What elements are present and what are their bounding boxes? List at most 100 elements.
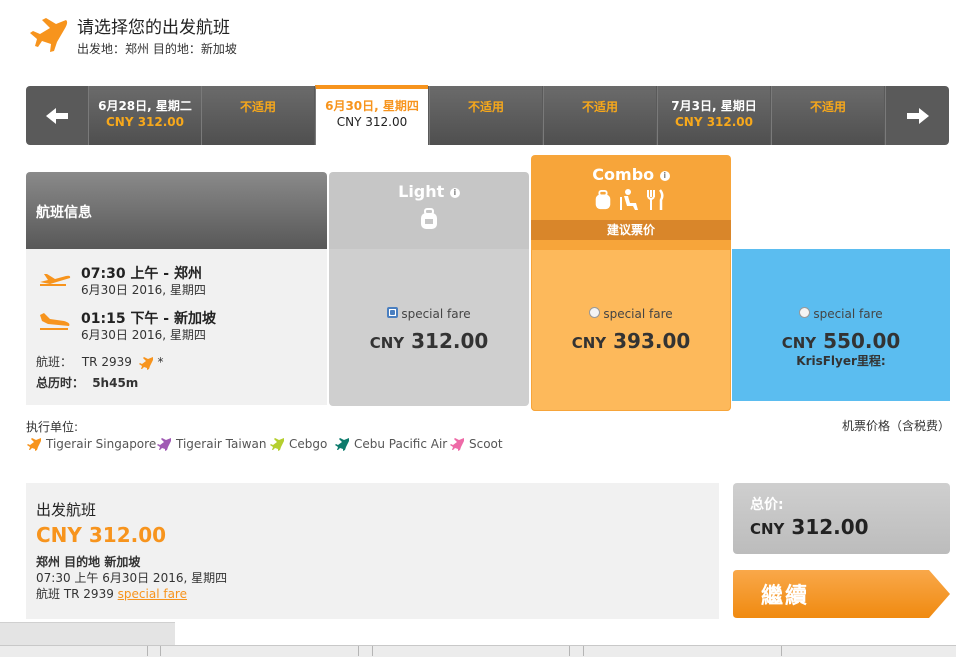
strip-divider <box>160 646 161 656</box>
combo-price: CNY 393.00 <box>571 329 691 353</box>
strip-divider <box>569 646 570 656</box>
date-cell-0704: 不适用 <box>771 86 884 145</box>
status-strip <box>0 645 956 657</box>
backpack-icon <box>421 208 437 229</box>
arrow-left-icon <box>46 107 68 124</box>
landing-icon <box>40 313 70 330</box>
duration-row: 总历时： 5h45m <box>36 374 138 391</box>
strip-divider <box>147 646 148 656</box>
date-label: 7月3日, 星期日 <box>671 99 757 113</box>
cebu-pacific-plane-icon <box>335 438 349 451</box>
fare-type-label: special fare <box>603 307 673 321</box>
flight-note-star: * <box>157 355 164 369</box>
fare-conditions-link[interactable]: special fare <box>118 587 187 601</box>
date-cell-0703[interactable]: 7月3日, 星期日 CNY 312.00 <box>657 86 770 145</box>
not-available-label: 不适用 <box>809 100 846 114</box>
continue-label: 繼續 <box>761 584 810 609</box>
flight-number: TR 2939 <box>81 355 132 369</box>
date-cell-0629: 不适用 <box>201 86 314 145</box>
date-selector: 6月28日, 星期二 CNY 312.00 不适用 6月30日, 星期四 CNY… <box>26 85 950 145</box>
strip-divider <box>583 646 584 656</box>
flight-label: 航班： <box>36 355 73 369</box>
total-value: CNY 312.00 <box>750 515 869 539</box>
arrive-date: 6月30日 2016, 星期四 <box>81 328 206 342</box>
recommended-badge: 建议票价 <box>531 220 731 240</box>
flight-info-body: 07:30 上午 - 郑州 6月30日 2016, 星期四 01:15 下午 -… <box>26 249 327 405</box>
combo-title: Combo i <box>531 165 731 184</box>
krisflyer-radio-row[interactable]: special fare <box>732 307 950 321</box>
arrive-time: 01:15 下午 - 新加坡 <box>81 311 216 327</box>
date-label: 6月28日, 星期二 <box>98 99 192 113</box>
airline-cebu-pacific: Cebu Pacific Air <box>334 437 447 451</box>
krisflyer-radio[interactable] <box>799 307 811 318</box>
combo-radio[interactable] <box>589 307 601 318</box>
depart-time: 07:30 上午 - 郑州 <box>81 266 202 282</box>
date-cell-0628[interactable]: 6月28日, 星期二 CNY 312.00 <box>88 86 201 145</box>
airline-name: Tigerair Taiwan <box>176 437 267 451</box>
strip-divider <box>372 646 373 656</box>
airline-tigerair-singapore: Tigerair Singapore <box>26 437 156 451</box>
strip-divider <box>781 646 782 656</box>
light-title: Light i <box>329 182 529 201</box>
airline-scoot: Scoot <box>449 437 503 451</box>
info-icon[interactable]: i <box>449 187 460 198</box>
krisflyer-fare-option[interactable]: special fare CNY 550.00 KrisFlyer里程: <box>732 249 950 401</box>
not-available-label: 不适用 <box>581 100 618 114</box>
light-fare-header: Light i <box>329 172 529 249</box>
summary-time: 07:30 上午 6月30日 2016, 星期四 <box>36 571 228 585</box>
combo-radio-row[interactable]: special fare <box>531 307 731 321</box>
cebgo-plane-icon <box>270 438 284 451</box>
date-price: CNY 312.00 <box>336 115 408 129</box>
light-fare-option[interactable]: special fare CNY 312.00 <box>329 249 529 406</box>
plane-icon <box>30 18 68 52</box>
flight-number-row: 航班： TR 2939 * <box>36 353 164 370</box>
duration-value: 5h45m <box>92 376 139 390</box>
date-price: CNY 312.00 <box>105 115 185 129</box>
summary-flight: 航班 TR 2939 special fare <box>36 585 187 602</box>
operator-label: 执行单位: <box>26 420 79 434</box>
date-cell-0701: 不适用 <box>429 86 542 145</box>
backpack-icon <box>595 190 611 210</box>
not-available-label: 不适用 <box>239 100 276 114</box>
scoot-plane-icon <box>450 438 464 451</box>
airline-name: Scoot <box>469 437 503 451</box>
airline-name: Cebu Pacific Air <box>354 437 448 451</box>
departure-summary: 出发航班 CNY 312.00 郑州 目的地 新加坡 07:30 上午 6月30… <box>26 483 719 619</box>
continue-button[interactable]: 繼續 <box>733 570 950 618</box>
krisflyer-miles-label: KrisFlyer里程: <box>796 354 886 368</box>
flight-info-heading: 航班信息 <box>36 205 92 221</box>
fare-type-label: special fare <box>401 307 471 321</box>
date-cell-0630-selected[interactable]: 6月30日, 星期四 CNY 312.00 <box>315 85 428 145</box>
prev-date-button[interactable] <box>26 86 88 145</box>
airline-cebgo: Cebgo <box>269 437 327 451</box>
strip-divider <box>358 646 359 656</box>
light-radio[interactable] <box>387 307 399 318</box>
route-summary: 出发地：郑州 目的地：新加坡 <box>77 42 237 56</box>
price-note: 机票价格（含税费） <box>841 419 950 433</box>
meal-icon <box>647 189 664 210</box>
krisflyer-price: CNY 550.00 <box>781 329 901 353</box>
date-price: CNY 312.00 <box>674 115 754 129</box>
depart-date: 6月30日 2016, 星期四 <box>81 283 206 297</box>
tigerair-singapore-plane-icon <box>27 438 41 451</box>
next-date-button[interactable] <box>885 86 950 145</box>
combo-fare-option[interactable]: special fare CNY 393.00 <box>531 249 731 411</box>
seat-icon <box>620 189 638 210</box>
summary-flight-number: 航班 TR 2939 <box>36 587 118 601</box>
summary-price: CNY 312.00 <box>36 523 167 547</box>
light-radio-row[interactable]: special fare <box>329 307 529 321</box>
total-price-box: 总价: CNY 312.00 <box>733 483 950 554</box>
takeoff-icon <box>40 274 71 286</box>
airline-name: Cebgo <box>289 437 328 451</box>
duration-label: 总历时： <box>36 376 85 390</box>
date-cell-0702: 不适用 <box>543 86 656 145</box>
airline-name: Tigerair Singapore <box>46 437 157 451</box>
airline-tigerair-taiwan: Tigerair Taiwan <box>156 437 266 451</box>
flight-info-header: 航班信息 <box>26 172 327 249</box>
bottom-tab <box>0 622 175 645</box>
not-available-label: 不适用 <box>467 100 504 114</box>
tigerair-plane-icon <box>138 356 153 370</box>
date-label: 6月30日, 星期四 <box>325 99 419 113</box>
info-icon[interactable]: i <box>659 170 670 181</box>
tigerair-taiwan-plane-icon <box>157 438 171 451</box>
